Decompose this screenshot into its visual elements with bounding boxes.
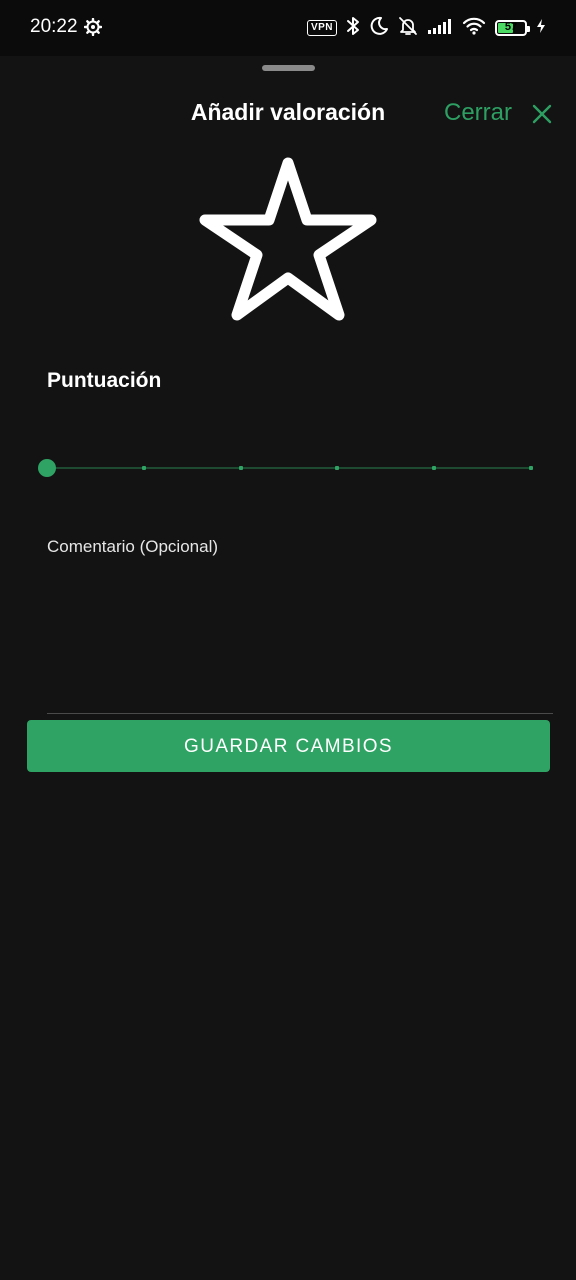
star-outline-icon	[198, 156, 378, 331]
slider-tick	[141, 466, 146, 470]
status-bar: 20:22 VPN 57	[0, 0, 576, 56]
battery-level: 57	[504, 21, 518, 33]
status-icons: VPN 57	[306, 16, 546, 41]
wifi-icon	[462, 16, 486, 41]
comment-underline	[47, 713, 553, 714]
slider-tick	[432, 466, 437, 470]
battery-icon: 57	[495, 20, 530, 36]
comment-label: Comentario (Opcional)	[47, 537, 219, 556]
charging-bolt-icon	[536, 18, 546, 39]
score-slider[interactable]	[37, 452, 541, 484]
slider-track	[47, 467, 531, 469]
battery-tip	[527, 26, 530, 32]
drag-handle[interactable]	[262, 65, 315, 71]
bluetooth-icon	[346, 16, 360, 41]
vpn-icon: VPN	[306, 20, 337, 36]
status-time: 20:22	[30, 16, 78, 37]
score-label: Puntuación	[47, 369, 162, 392]
slider-tick	[238, 466, 243, 470]
save-button[interactable]: GUARDAR CAMBIOS	[27, 720, 550, 772]
close-icon[interactable]	[530, 102, 554, 131]
comment-field[interactable]: Comentario (Opcional)	[47, 530, 553, 714]
moon-icon	[369, 16, 389, 41]
settings-gear-icon	[83, 17, 103, 41]
close-button[interactable]: Cerrar	[444, 99, 512, 127]
slider-thumb[interactable]	[38, 459, 56, 477]
add-rating-sheet: Añadir valoración Cerrar Puntuación Come…	[0, 56, 576, 1280]
slider-tick	[529, 466, 533, 470]
bell-off-icon	[398, 16, 418, 41]
signal-icon	[427, 17, 453, 40]
slider-tick	[335, 466, 340, 470]
